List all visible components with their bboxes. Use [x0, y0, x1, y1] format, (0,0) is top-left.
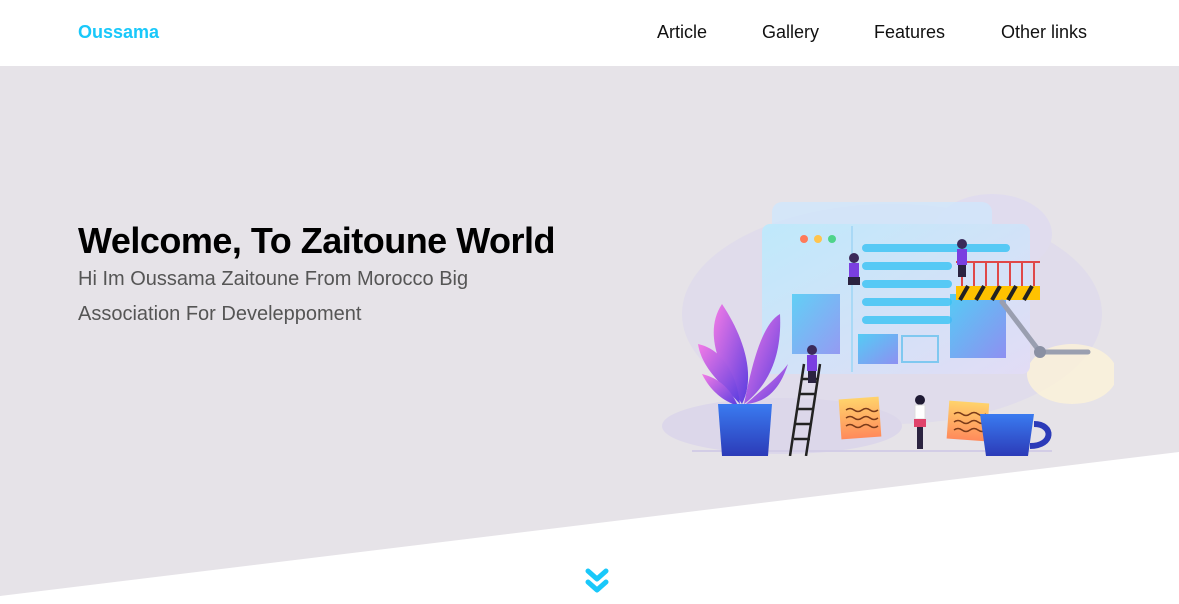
- main-nav: Article Gallery Features Other links: [0, 22, 1179, 44]
- nav-link-article[interactable]: Article: [657, 22, 707, 43]
- nav-link-gallery[interactable]: Gallery: [762, 22, 819, 43]
- hero-subtitle: Hi Im Oussama Zaitoune From Morocco Big …: [78, 268, 469, 325]
- hero-illustration: [662, 194, 1114, 456]
- nav-link-other-links[interactable]: Other links: [1001, 22, 1087, 43]
- site-header: Oussama Article Gallery Features Other l…: [0, 0, 1179, 66]
- double-chevron-down-icon[interactable]: [585, 568, 609, 598]
- nav-link-features[interactable]: Features: [874, 22, 945, 43]
- hero-title: Welcome, To Zaitoune World: [78, 220, 556, 261]
- hero-section: Welcome, To Zaitoune World Hi Im Oussama…: [0, 66, 1179, 604]
